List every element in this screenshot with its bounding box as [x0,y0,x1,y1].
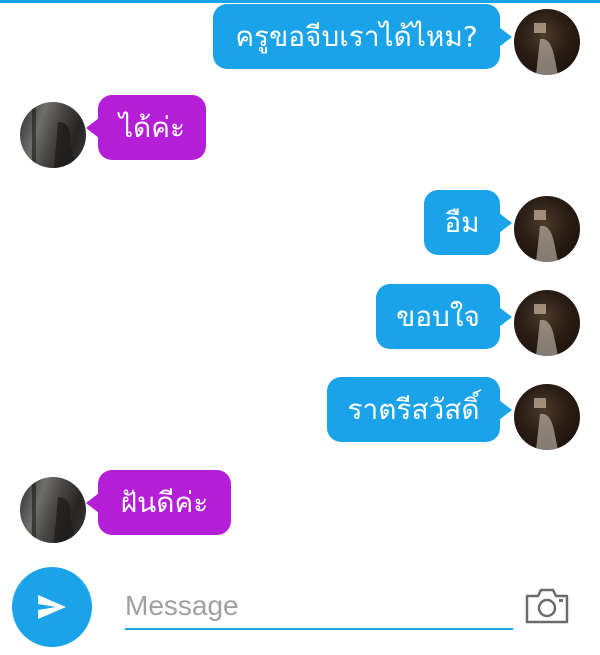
outgoing-message-bubble[interactable]: ราตรีสวัสดิ์ [327,377,512,442]
outgoing-message-bubble[interactable]: อืม [424,190,512,255]
incoming-message-bubble[interactable]: ฝันดีค่ะ [86,470,231,535]
message-input[interactable] [125,584,513,630]
contact-avatar[interactable] [20,477,86,543]
send-icon [38,595,66,619]
incoming-message-bubble[interactable]: ได้ค่ะ [86,95,206,160]
outgoing-message-bubble[interactable]: ขอบใจ [376,284,512,349]
send-button[interactable] [12,567,92,647]
my-avatar[interactable] [514,9,580,75]
my-avatar[interactable] [514,196,580,262]
message-composer [0,562,600,655]
camera-button[interactable] [524,586,570,626]
my-avatar[interactable] [514,290,580,356]
camera-icon [525,588,569,624]
outgoing-message-bubble[interactable]: ครูขอจีบเราได้ไหม? [213,4,512,69]
top-accent-bar [0,0,600,3]
my-avatar[interactable] [514,384,580,450]
contact-avatar[interactable] [20,102,86,168]
